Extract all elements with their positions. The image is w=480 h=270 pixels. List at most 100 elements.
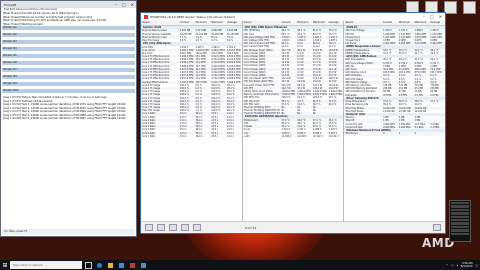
chevron-up-icon[interactable]: ^	[446, 264, 448, 267]
column-header[interactable]: Current	[179, 21, 195, 25]
prime95-status-bar: For Help, press F1	[2, 229, 135, 235]
side-row	[451, 218, 469, 222]
minimize-icon[interactable]: –	[115, 2, 117, 7]
sensor-cell	[429, 132, 445, 135]
sensor-cell: 12,402 GB	[414, 109, 427, 113]
maximize-icon[interactable]: □	[122, 2, 126, 7]
console-line: [Aug 1 03:56] Test 1, 16000 Lucas-Lehmer…	[3, 103, 126, 106]
sensor-cell: 2,464 RPM	[430, 42, 442, 46]
sensor-cell: 4.1 KB/s	[414, 125, 424, 129]
side-row	[451, 208, 469, 212]
elapsed-time: 0:07:11	[245, 225, 257, 230]
side-row	[451, 232, 469, 235]
sensor-row[interactable]: Core 7 Ratio 43.0 x 36.0 x 43.5 x 41.9 x	[141, 135, 242, 138]
prime95-console-output[interactable]: [Main thread] Prime95 64-bit version 29.…	[2, 12, 135, 228]
sensor-cell: No	[312, 112, 316, 116]
sensor-cell: 0.0 FPS	[383, 93, 392, 97]
sensor-cell: +12V	[243, 134, 250, 138]
minimize-icon[interactable]: –	[423, 14, 425, 19]
sensor-cell: 41.5 °C	[383, 51, 392, 55]
sensor-cell: 43.0 x	[179, 134, 187, 138]
column-header[interactable]: Current	[280, 21, 296, 25]
sensor-cell: 12,402 GB	[383, 109, 395, 113]
column-header[interactable]: Maximum	[414, 21, 430, 25]
column-header[interactable]: Minimum	[195, 21, 211, 25]
sensor-cell: 2,463 RPM	[383, 42, 395, 46]
hwinfo-task-icon[interactable]	[139, 261, 148, 269]
hwinfo-toolbar: 0:07:11	[141, 221, 445, 233]
sensor-pane-2[interactable]: Sensor Current Minimum Maximum Average CPU [#…	[242, 21, 345, 221]
sensor-cell: 2,455 RPM	[398, 42, 411, 46]
sensor-cell: Core 7 Ratio	[142, 134, 156, 138]
hwinfo-window-controls: – □ ✕	[423, 14, 442, 19]
taskbar-search-box[interactable]: Type here to search	[10, 261, 82, 269]
sensor-cell: 12.096 V	[297, 134, 308, 138]
hwinfo-title: HWiNFO64 v6.10-3880 Sensor Status [10 va…	[150, 15, 236, 19]
sensor-cell: No	[297, 112, 301, 116]
sensor-row[interactable]: Total Errors 0 0 0	[344, 132, 446, 136]
column-header[interactable]: Average	[429, 21, 445, 25]
column-header[interactable]: Minimum	[296, 21, 312, 25]
taskbar-clock[interactable]: 3:56 AM 8/1/2019	[461, 262, 473, 268]
sensor-pane-1[interactable]: Sensor Current Minimum Maximum Average System…	[141, 21, 243, 221]
sensor-cell: 41.7 °C	[414, 51, 423, 55]
sensor-cell: 35.8 °C	[398, 51, 408, 55]
sensor-cell: 0.0 FPS	[414, 93, 423, 97]
column-header[interactable]: Sensor	[141, 21, 179, 25]
prime95-window-controls: – □ ✕	[115, 2, 134, 7]
sensor-cell: 12.096 V	[281, 134, 292, 138]
sensor-pane-3[interactable]: Sensor Current Minimum Maximum Average ASUS E…	[344, 21, 446, 221]
sensor-row[interactable]: +12V 12.096 V 12.096 V 12.192 V 12.120 V	[243, 135, 344, 138]
sensor-cell: 0	[414, 132, 416, 136]
prime95-title: Prime95	[4, 2, 17, 7]
column-header[interactable]: Average	[328, 21, 344, 25]
sensor-cell: 0.0 %	[226, 38, 234, 42]
column-header[interactable]: Minimum	[398, 21, 414, 25]
windows-start-icon[interactable]: ⊞	[0, 260, 10, 270]
close-sensors-button[interactable]	[433, 224, 441, 231]
column-header[interactable]: Current	[382, 21, 398, 25]
sensor-cell: 12,401 GB	[398, 109, 411, 113]
side-row	[451, 202, 469, 205]
sensor-panes: Sensor Current Minimum Maximum Average System…	[141, 21, 446, 221]
side-window[interactable]	[449, 200, 471, 242]
maximize-icon[interactable]: □	[430, 14, 434, 19]
store-icon[interactable]	[117, 261, 126, 269]
settings-button[interactable]	[193, 224, 201, 231]
sensor-cell: 39.6 °C	[430, 51, 439, 55]
system-tray: ^ ▭ ◂ 3:56 AM 8/1/2019 ▢	[446, 262, 480, 268]
side-row	[451, 215, 469, 218]
side-row	[451, 229, 469, 232]
volume-icon[interactable]: ◂	[457, 264, 458, 267]
reset-button[interactable]	[169, 224, 177, 231]
column-header[interactable]: Sensor	[344, 21, 382, 25]
file-explorer-icon[interactable]	[106, 261, 115, 269]
nav-right-button[interactable]	[157, 224, 165, 231]
sensor-cell: 12.120 V	[328, 134, 339, 138]
notifications-icon[interactable]: ▢	[476, 264, 478, 267]
sensor-cell: 2,474 RPM	[414, 42, 427, 46]
edge-icon[interactable]	[95, 261, 104, 269]
column-header[interactable]: Maximum	[312, 21, 328, 25]
desktop-icon-4[interactable]	[463, 1, 476, 14]
nav-left-button[interactable]	[145, 224, 153, 231]
column-header[interactable]: Average	[226, 21, 242, 25]
close-icon[interactable]: ✕	[131, 2, 134, 7]
prime95-window: Prime95 – □ ✕ Test Edit Advanced Options…	[0, 0, 137, 237]
clock-date: 8/1/2019	[460, 265, 473, 268]
hwinfo-app-icon	[144, 15, 148, 19]
network-icon[interactable]: ▭	[451, 264, 453, 267]
sensor-cell: 36.0 x	[195, 134, 203, 138]
sensor-cell: 41.9 x	[226, 134, 234, 138]
sensor-cell	[328, 112, 344, 115]
prime95-task-icon[interactable]	[128, 261, 137, 269]
column-header[interactable]: Sensor	[243, 21, 281, 25]
log-button[interactable]	[181, 224, 189, 231]
close-icon[interactable]: ✕	[439, 14, 442, 19]
console-line: [Aug 1 03:57] Test 3, 16000 Lucas-Lehmer…	[3, 110, 126, 113]
sensor-cell	[429, 110, 445, 113]
sensor-cell: 0.0 %	[179, 38, 187, 42]
sensor-cell: Total Errors	[345, 132, 358, 136]
task-view-icon[interactable]	[84, 261, 93, 269]
column-header[interactable]: Maximum	[210, 21, 226, 25]
